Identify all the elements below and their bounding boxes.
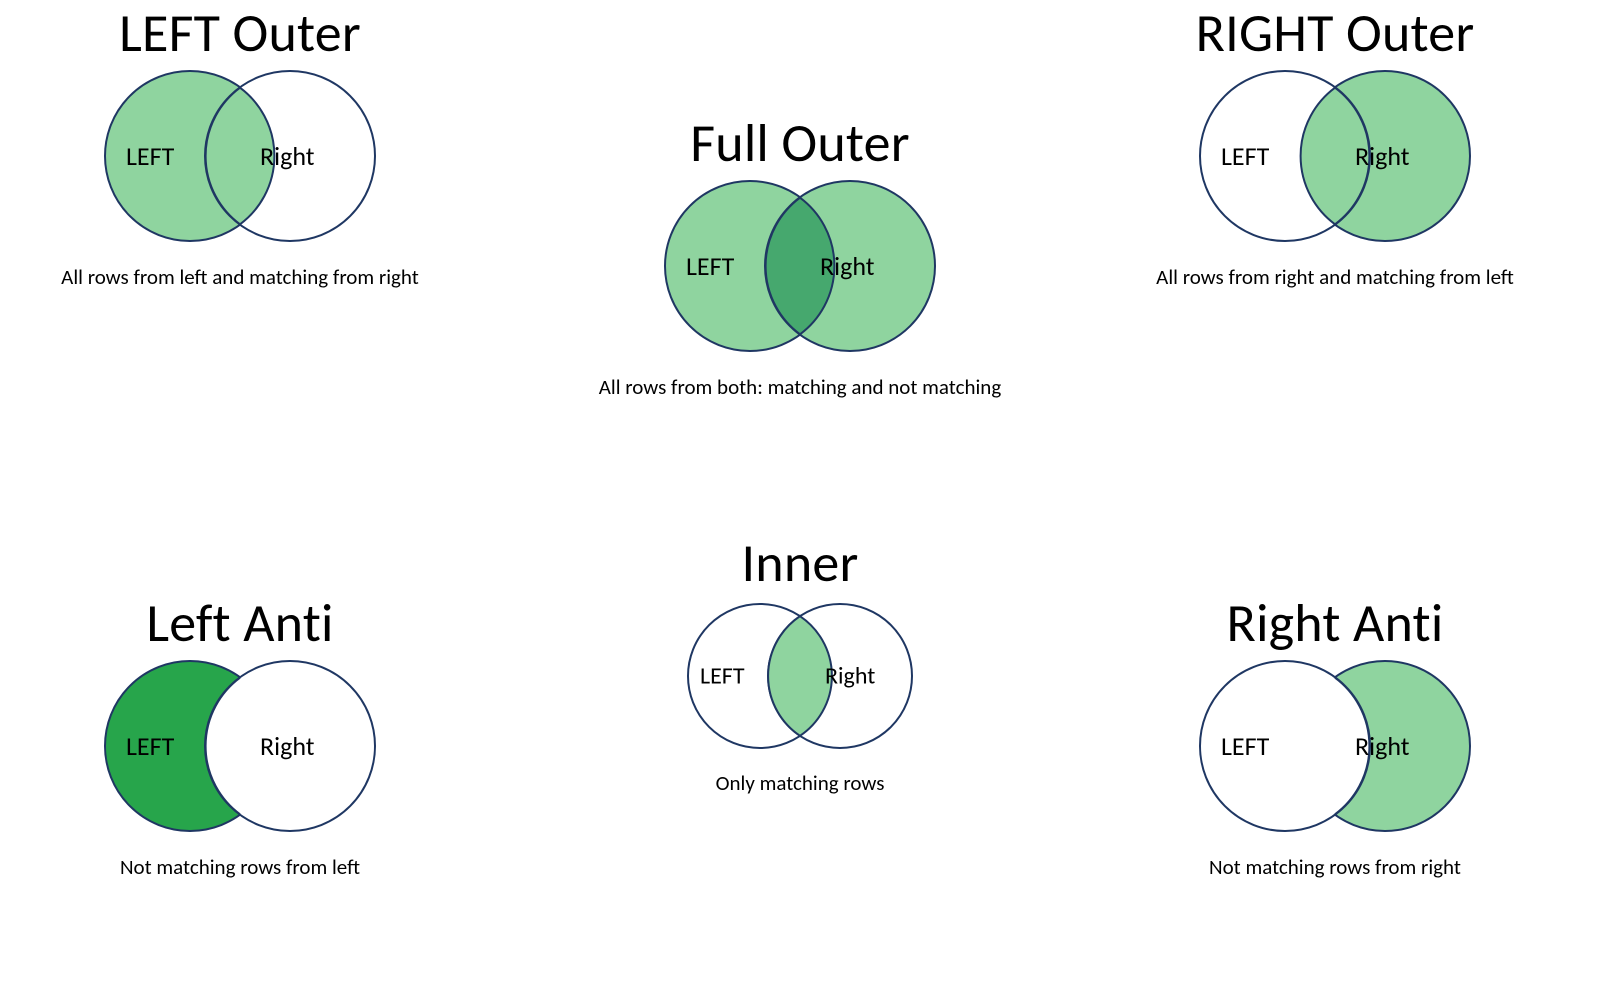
desc-right-outer: All rows from right and matching from le… <box>1075 264 1595 290</box>
label-right: Right <box>825 662 875 691</box>
join-left-outer: LEFT Outer LEFT Right All rows from left… <box>0 0 500 290</box>
title-inner: Inner <box>540 530 1060 596</box>
desc-inner: Only matching rows <box>540 770 1060 796</box>
join-right-outer: RIGHT Outer LEFT Right All rows from rig… <box>1075 0 1595 290</box>
venn-right-outer: LEFT Right <box>1185 66 1485 246</box>
label-right: Right <box>820 250 874 282</box>
join-right-anti: Right Anti LEFT Right Not matching rows … <box>1075 590 1595 880</box>
venn-left-outer: LEFT Right <box>90 66 390 246</box>
join-full-outer: Full Outer LEFT Right All rows from both… <box>540 110 1060 400</box>
venn-inner: LEFT Right <box>670 596 930 756</box>
label-left: LEFT <box>126 140 174 172</box>
label-right: Right <box>1355 140 1409 172</box>
title-left-anti: Left Anti <box>0 590 500 656</box>
title-right-outer: RIGHT Outer <box>1075 0 1595 66</box>
label-right: Right <box>1355 730 1409 762</box>
label-left: LEFT <box>1221 730 1269 762</box>
label-right: Right <box>260 730 314 762</box>
label-left: LEFT <box>686 250 734 282</box>
title-right-anti: Right Anti <box>1075 590 1595 656</box>
desc-left-anti: Not matching rows from left <box>0 854 500 880</box>
desc-full-outer: All rows from both: matching and not mat… <box>540 374 1060 400</box>
desc-left-outer: All rows from left and matching from rig… <box>0 264 500 290</box>
join-inner: Inner LEFT Right Only matching rows <box>540 530 1060 796</box>
venn-right-anti: LEFT Right <box>1185 656 1485 836</box>
join-left-anti: Left Anti LEFT Right Not matching rows f… <box>0 590 500 880</box>
label-left: LEFT <box>126 730 174 762</box>
title-left-outer: LEFT Outer <box>0 0 500 66</box>
label-right: Right <box>260 140 314 172</box>
desc-right-anti: Not matching rows from right <box>1075 854 1595 880</box>
label-left: LEFT <box>700 662 745 691</box>
venn-full-outer: LEFT Right <box>650 176 950 356</box>
title-full-outer: Full Outer <box>540 110 1060 176</box>
label-left: LEFT <box>1221 140 1269 172</box>
venn-left-anti: LEFT Right <box>90 656 390 836</box>
